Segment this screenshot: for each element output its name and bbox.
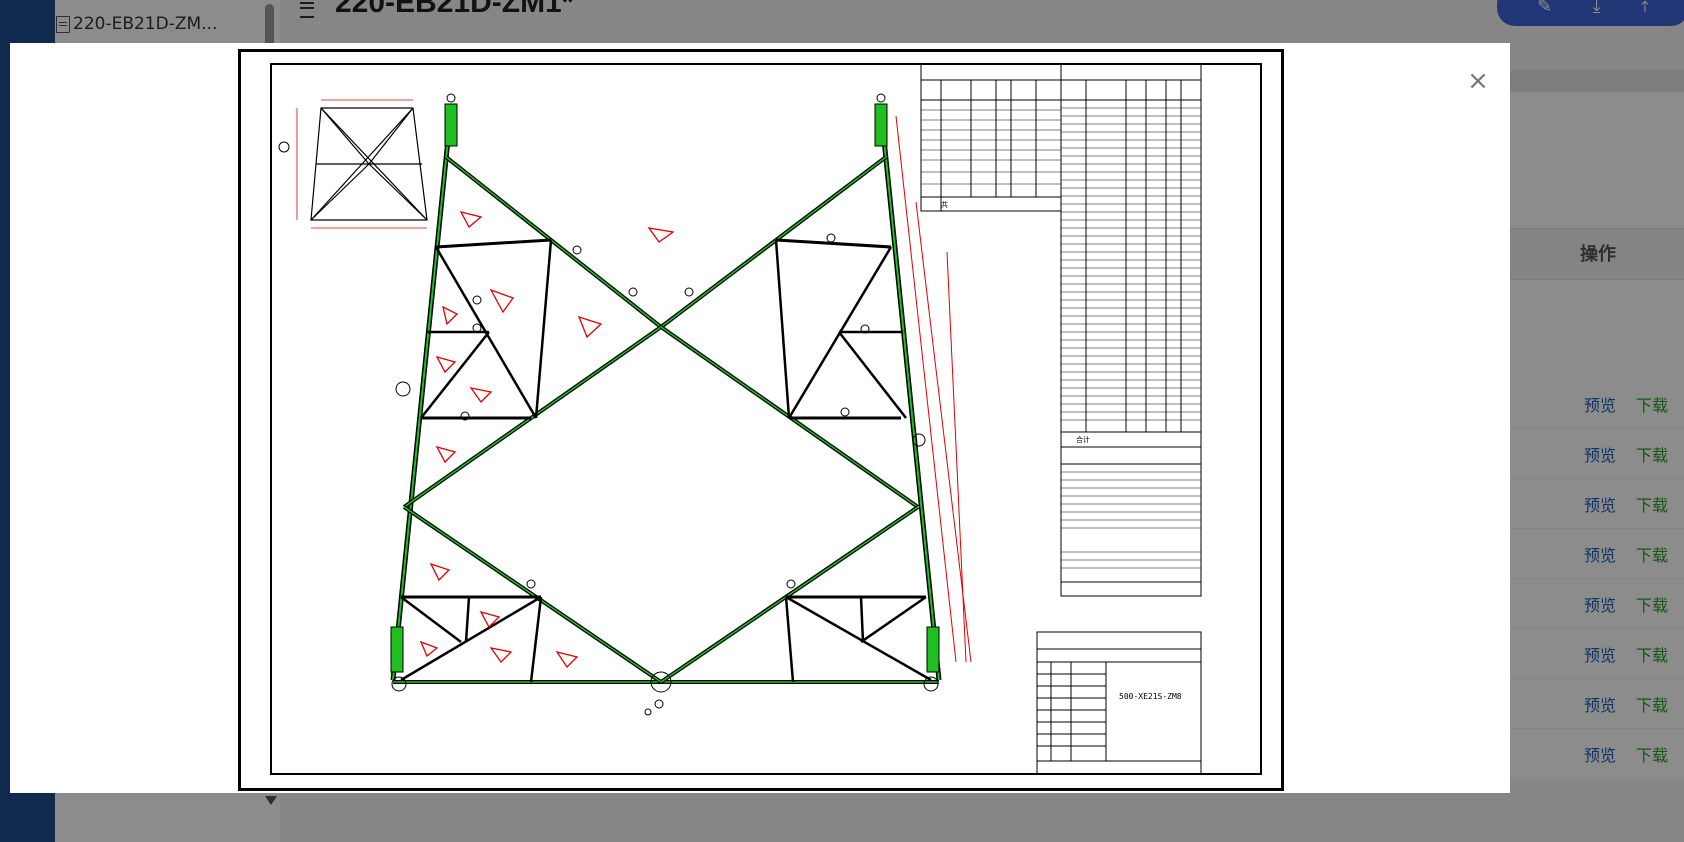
title-block-code: 500-XE21S-ZM8	[1119, 692, 1182, 701]
cad-drawing: 500-XE21S-ZM8 合计 共	[270, 63, 1262, 775]
bom-count-label: 共	[941, 200, 948, 209]
cad-drawing-preview: 500-XE21S-ZM8 合计 共	[238, 49, 1284, 791]
title-block	[1036, 631, 1202, 775]
close-icon[interactable]: ×	[1467, 68, 1489, 94]
bom-total-label: 合计	[1076, 435, 1090, 444]
tower-members	[390, 109, 942, 684]
overview-sketch	[310, 107, 428, 221]
bill-of-materials-table	[920, 63, 1202, 597]
